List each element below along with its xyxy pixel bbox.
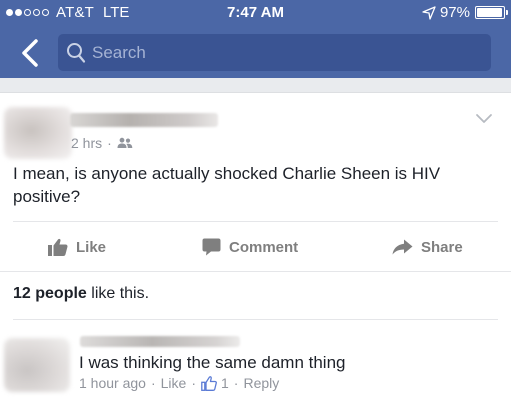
thumbs-up-outline-icon [201,375,217,391]
search-icon [67,43,86,63]
comment-button[interactable]: Comment [202,223,298,271]
battery-fill [477,8,502,17]
app-header: AT&T LTE 7:47 AM 97% [0,0,511,78]
commenter-avatar[interactable] [4,338,70,392]
share-label: Share [421,238,463,256]
separator-dot: · [191,375,196,391]
likes-summary[interactable]: 12 people like this. [13,285,149,303]
post-card: 2 hrs · I mean, is anyone actually shock… [0,92,511,400]
location-arrow-icon [422,5,436,20]
divider [13,319,498,320]
share-arrow-icon [392,239,413,255]
thumbs-up-icon [48,238,68,256]
battery-icon [475,6,508,19]
chevron-left-icon[interactable] [18,38,44,68]
comment-label: Comment [229,238,299,256]
comment-meta: 1 hour ago · Like · 1 · Reply [79,375,279,391]
post-meta: 2 hrs · [71,135,133,151]
divider [13,221,498,222]
commenter-name-redacted[interactable] [80,336,240,347]
comment-reply-link[interactable]: Reply [243,375,279,391]
comment-text: I was thinking the same damn thing [79,353,346,372]
divider [0,271,511,272]
battery-percent: 97% [439,4,470,21]
post-text: I mean, is anyone actually shocked Charl… [13,164,441,206]
friends-icon [117,137,133,148]
comment-like-link[interactable]: Like [161,375,187,391]
search-bar[interactable] [58,34,491,71]
post-actions: Like Comment Share [0,223,511,271]
author-name-redacted[interactable] [70,113,218,127]
separator-dot: · [150,375,156,391]
separator-dot: · [233,375,239,391]
comment-like-count[interactable]: 1 [221,375,229,391]
avatar[interactable] [4,107,72,159]
share-button[interactable]: Share [392,223,463,271]
search-input[interactable] [92,34,472,71]
separator-dot: · [107,135,112,151]
like-button[interactable]: Like [48,223,106,271]
likes-suffix: like this. [86,285,150,302]
status-bar: AT&T LTE 7:47 AM 97% [0,0,511,24]
like-label: Like [76,238,107,256]
chevron-down-icon[interactable] [475,113,493,125]
comment-time: 1 hour ago [79,375,146,391]
post-time[interactable]: 2 hrs [71,135,102,151]
comment-bubble-icon [202,238,221,256]
likes-count: 12 people [13,285,87,302]
